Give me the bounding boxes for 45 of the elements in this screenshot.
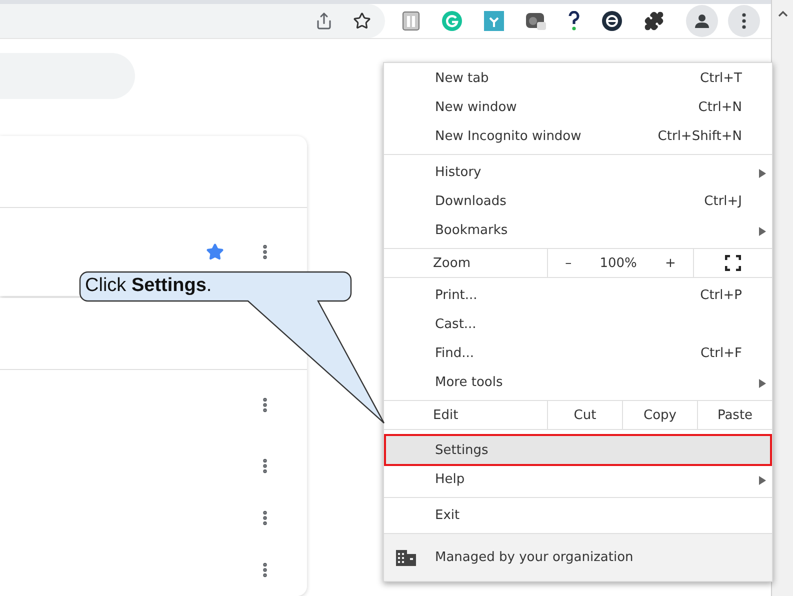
- scrollbar[interactable]: [771, 0, 793, 596]
- starred-icon[interactable]: [206, 243, 224, 261]
- edit-action-button[interactable]: Copy: [623, 401, 698, 429]
- callout-text: Click Settings.: [85, 275, 212, 297]
- menu-item[interactable]: New Incognito window Ctrl+Shift+N: [384, 121, 772, 152]
- shortcut-text: Ctrl+F: [700, 346, 742, 361]
- menu-item[interactable]: History: [384, 157, 772, 188]
- edit-action-button[interactable]: Cut: [548, 401, 623, 429]
- menu-item[interactable]: Bookmarks: [384, 215, 772, 246]
- edit-label: Edit: [384, 401, 548, 429]
- menu-item[interactable]: Print... Ctrl+P: [384, 280, 772, 311]
- zoom-in-button[interactable]: +: [659, 256, 682, 270]
- bookmark-star-icon[interactable]: [353, 12, 371, 30]
- edit-action-button[interactable]: Paste: [698, 401, 772, 429]
- circle-extension-icon[interactable]: [602, 11, 622, 31]
- question-icon[interactable]: [568, 11, 580, 31]
- menu-item[interactable]: More tools: [384, 367, 772, 398]
- puzzle-icon[interactable]: [644, 11, 664, 31]
- plant-extension-icon[interactable]: [484, 11, 504, 31]
- zoom-out-button[interactable]: –: [559, 256, 578, 270]
- shortcut-text: Ctrl+P: [700, 288, 742, 303]
- shortcut-text: Ctrl+T: [700, 71, 742, 86]
- zoom-label: Zoom: [384, 249, 548, 277]
- menu-item[interactable]: Help: [384, 464, 772, 495]
- menu-item[interactable]: Exit: [384, 500, 772, 531]
- menu-item[interactable]: New window Ctrl+N: [384, 92, 772, 123]
- menu-item[interactable]: Settings: [384, 434, 772, 466]
- shortcut-text: Ctrl+Shift+N: [658, 129, 742, 144]
- fullscreen-icon[interactable]: [725, 255, 741, 271]
- menu-item[interactable]: Cast...: [384, 309, 772, 340]
- shortcut-text: Ctrl+N: [698, 100, 742, 115]
- share-icon[interactable]: [315, 12, 333, 30]
- extension-icon[interactable]: [402, 11, 420, 31]
- menu-button[interactable]: [728, 5, 760, 37]
- screen-extension-icon[interactable]: [526, 12, 546, 30]
- scroll-up-icon[interactable]: [778, 10, 788, 17]
- building-icon: [396, 550, 416, 566]
- menu-item[interactable]: New tab Ctrl+T: [384, 63, 772, 94]
- person-icon: [694, 13, 710, 29]
- zoom-level: 100%: [600, 256, 637, 270]
- kebab-icon: [742, 13, 746, 29]
- menu-item[interactable]: Downloads Ctrl+J: [384, 186, 772, 217]
- shortcut-text: Ctrl+J: [704, 194, 742, 209]
- menu-item[interactable]: Find... Ctrl+F: [384, 338, 772, 369]
- profile-avatar[interactable]: [686, 5, 718, 37]
